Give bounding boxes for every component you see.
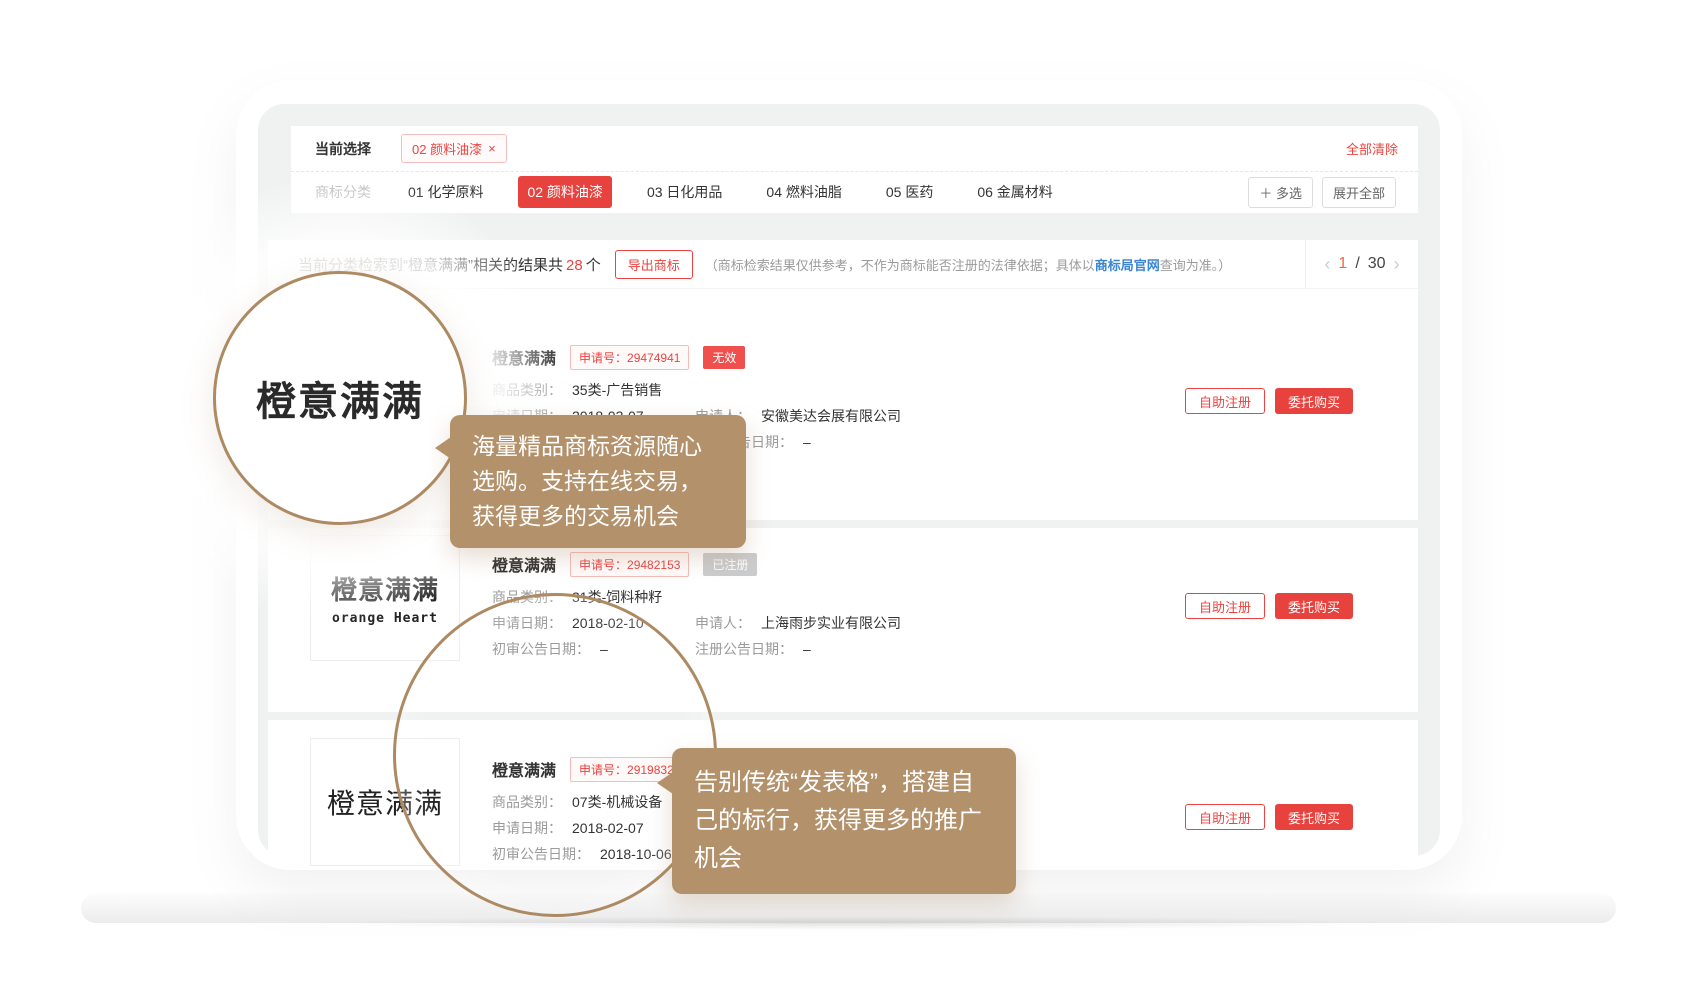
field-value: 35类-广告销售 [572, 377, 662, 403]
screenshot-stage: 当前选择 02 颜料油漆 × 全部清除 商标分类 01 化学原料 02 颜料油漆… [0, 0, 1696, 1002]
laptop-base [81, 893, 1616, 923]
trademark-image-text: 橙意满满 [331, 570, 439, 607]
category-row-label: 商标分类 [315, 182, 371, 202]
current-page: 1 [1338, 255, 1347, 273]
results-summary-suffix: 个 [586, 257, 601, 274]
self-register-button[interactable]: 自助注册 [1185, 593, 1265, 619]
trademark-image-subtext: orange Heart [332, 611, 438, 626]
self-register-button[interactable]: 自助注册 [1185, 804, 1265, 830]
callout-marketplace: 海量精品商标资源随心选购。支持在线交易，获得更多的交易机会 [450, 415, 746, 548]
category-tab-01[interactable]: 01 化学原料 [399, 176, 492, 208]
remove-filter-icon[interactable]: × [488, 141, 496, 156]
selected-filter-tag[interactable]: 02 颜料油漆 × [401, 134, 507, 163]
current-selection-label: 当前选择 [315, 139, 371, 159]
category-tab-05[interactable]: 05 医药 [877, 176, 942, 208]
entrust-purchase-button[interactable]: 委托购买 [1275, 388, 1353, 414]
trademark-title: 橙意满满 [492, 552, 556, 576]
export-trademark-button[interactable]: 导出商标 [615, 250, 693, 279]
prev-page-icon[interactable]: ‹ [1324, 255, 1330, 273]
trademark-office-link[interactable]: 商标局官网 [1095, 258, 1160, 273]
category-row: 商标分类 01 化学原料 02 颜料油漆 03 日化用品 04 燃料油脂 05 … [291, 172, 1418, 212]
application-number-value: 29482153 [627, 558, 680, 572]
magnified-trademark-text: 橙意满满 [256, 369, 424, 427]
clear-all-button[interactable]: 全部清除 [1346, 139, 1398, 158]
page-separator: / [1355, 255, 1359, 273]
entrust-purchase-button[interactable]: 委托购买 [1275, 804, 1353, 830]
callout-text: 告别传统“发表格”，搭建自己的标行，获得更多的推广机会 [694, 769, 982, 872]
field-value: 上海雨步实业有限公司 [761, 610, 901, 636]
field-label: 商品类别： [492, 377, 562, 403]
field-value: – [803, 636, 811, 662]
next-page-icon[interactable]: › [1394, 255, 1400, 273]
pagination: ‹ 1 / 30 › [1305, 240, 1418, 288]
field-label: 申请人： [695, 610, 751, 636]
results-count: 28 [563, 257, 586, 274]
results-header: 当前分类检索到“橙意满满”相关的结果共28个 导出商标 （商标检索结果仅供参考，… [268, 240, 1418, 288]
multi-select-button[interactable]: ＋ 多选 [1248, 177, 1313, 208]
current-selection-row: 当前选择 02 颜料油漆 × 全部清除 [291, 126, 1418, 172]
callout-arrow-icon [435, 437, 451, 459]
status-badge: 已注册 [703, 553, 757, 576]
status-badge: 无效 [703, 346, 745, 369]
application-number-tag: 申请号：29474941 [570, 345, 689, 370]
self-register-button[interactable]: 自助注册 [1185, 388, 1265, 414]
application-number-tag: 申请号：29482153 [570, 552, 689, 577]
field-value: 安徽美达会展有限公司 [761, 403, 901, 429]
category-tab-04[interactable]: 04 燃料油脂 [757, 176, 850, 208]
category-tab-03[interactable]: 03 日化用品 [638, 176, 731, 208]
callout-promotion: 告别传统“发表格”，搭建自己的标行，获得更多的推广机会 [672, 748, 1016, 894]
category-tab-06[interactable]: 06 金属材料 [968, 176, 1061, 208]
selected-filter-tag-label: 02 颜料油漆 [412, 139, 482, 158]
callout-text: 海量精品商标资源随心选购。支持在线交易，获得更多的交易机会 [472, 433, 702, 529]
application-number-label: 申请号： [579, 351, 627, 365]
expand-all-button[interactable]: 展开全部 [1322, 177, 1396, 208]
callout-arrow-icon [657, 772, 673, 794]
total-pages: 30 [1368, 255, 1386, 273]
application-number-value: 29474941 [627, 351, 680, 365]
entrust-purchase-button[interactable]: 委托购买 [1275, 593, 1353, 619]
magnifier-ring [393, 593, 717, 917]
disclaimer-suffix: 查询为准。） [1160, 258, 1232, 273]
disclaimer-note: （商标检索结果仅供参考，不作为商标能否注册的法律依据；具体以商标局官网查询为准。… [705, 255, 1232, 274]
disclaimer-prefix: （商标检索结果仅供参考，不作为商标能否注册的法律依据；具体以 [705, 258, 1095, 273]
field-label: 注册公告日期： [695, 636, 793, 662]
trademark-title: 橙意满满 [492, 345, 556, 369]
application-number-label: 申请号： [579, 558, 627, 572]
field-value: – [803, 429, 811, 455]
magnifier-circle: 橙意满满 [213, 271, 467, 525]
filter-panel: 当前选择 02 颜料油漆 × 全部清除 商标分类 01 化学原料 02 颜料油漆… [291, 126, 1418, 213]
category-tab-02-active[interactable]: 02 颜料油漆 [518, 176, 611, 208]
